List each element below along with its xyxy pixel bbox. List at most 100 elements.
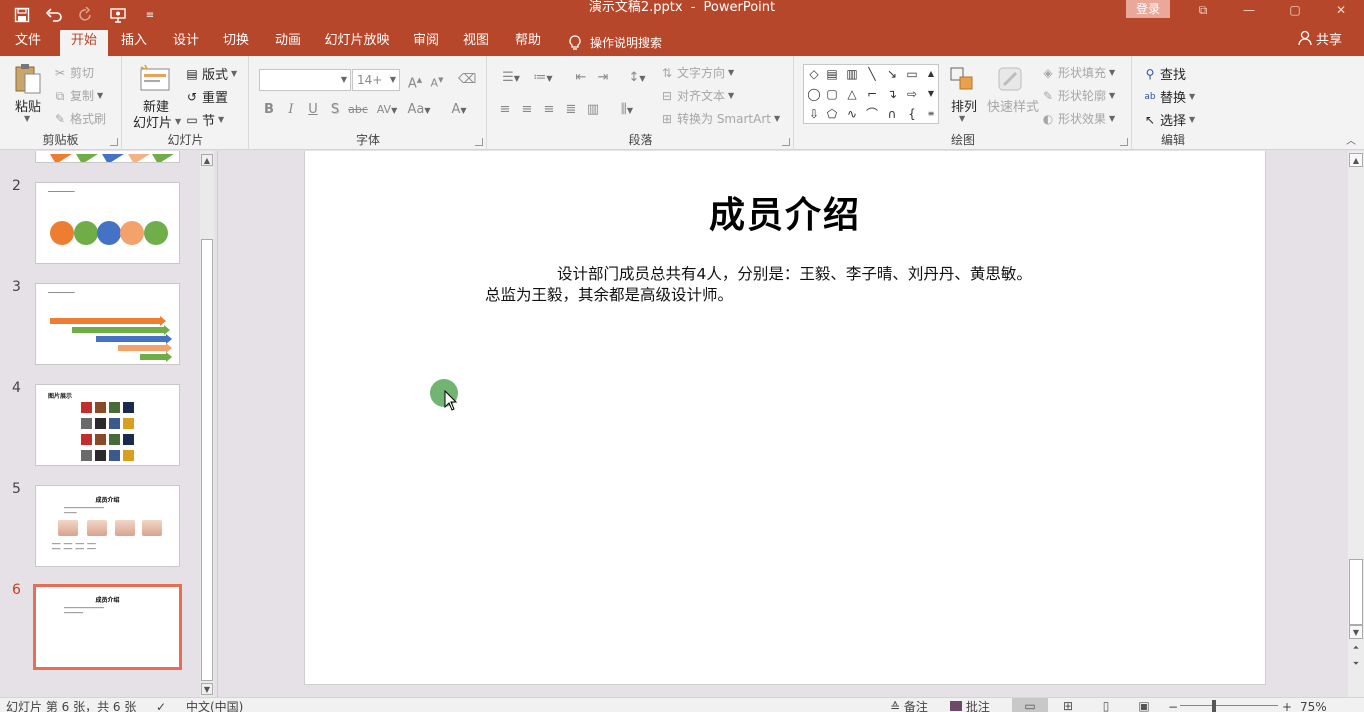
editor-scrollbar[interactable]: ▲ ▼ ⏶ ⏷	[1348, 151, 1364, 697]
tab-review[interactable]: 审阅	[402, 30, 450, 56]
shrink-font-button[interactable]: A▼	[428, 71, 446, 90]
reset-button[interactable]: ↺ 重置	[185, 87, 228, 107]
font-name-select[interactable]: ▼	[259, 69, 351, 91]
text-direction-button[interactable]: ⇅ 文字方向 ▼	[660, 64, 734, 81]
thumbnails-scrollbar[interactable]: ▲ ▼	[200, 151, 214, 697]
zoom-slider-thumb[interactable]	[1212, 700, 1216, 712]
layout-button[interactable]: ▤ 版式 ▼	[185, 64, 237, 84]
tab-file[interactable]: 文件	[4, 30, 52, 56]
zoom-in-icon[interactable]: +	[1282, 700, 1292, 712]
ribbon-display-icon[interactable]: ⧉	[1180, 0, 1226, 20]
quick-styles-icon[interactable]	[995, 64, 1025, 94]
find-button[interactable]: ⚲ 查找	[1143, 64, 1186, 84]
login-button[interactable]: 登录	[1126, 0, 1170, 18]
collapse-ribbon-icon[interactable]: ︿	[1346, 132, 1356, 147]
distributed-icon[interactable]: ▥	[584, 101, 602, 119]
font-launcher-icon[interactable]	[475, 138, 483, 146]
format-painter-button[interactable]: ✎ 格式刷	[53, 110, 106, 127]
shape-arrow-line-icon[interactable]: ↘	[884, 67, 900, 81]
shape-rhombus-icon[interactable]: ◇	[806, 67, 822, 81]
slide-thumbnail-5[interactable]: 成员介绍 ━━━━━━━━━━━━━━━━━━━ ━━━━━━ ━━━━ ━━━━…	[35, 485, 180, 567]
thumbnails-scroll-thumb[interactable]	[201, 239, 213, 681]
shape-rectangle-icon[interactable]: ▭	[904, 67, 920, 81]
new-slide-icon[interactable]	[138, 62, 172, 94]
arrange-icon[interactable]	[947, 64, 977, 94]
align-text-button[interactable]: ⊟ 对齐文本 ▼	[660, 87, 734, 104]
drawing-launcher-icon[interactable]	[1120, 138, 1128, 146]
normal-view-icon[interactable]: ▭	[1012, 698, 1048, 712]
shape-effects-button[interactable]: ◐ 形状效果 ▼	[1041, 110, 1115, 127]
font-size-select[interactable]: 14+ ▼	[352, 69, 400, 91]
replace-button[interactable]: ab 替换 ▼	[1143, 87, 1195, 106]
notes-button[interactable]: ≙ 备注	[890, 700, 928, 712]
reading-view-icon[interactable]: ▯	[1088, 698, 1124, 712]
spelling-icon[interactable]: ✓	[156, 700, 166, 712]
next-slide-icon[interactable]: ⏷	[1349, 657, 1363, 671]
bullets-icon[interactable]: ☰▼	[498, 69, 524, 87]
clipboard-launcher-icon[interactable]	[110, 138, 118, 146]
decrease-indent-icon[interactable]: ⇤	[572, 69, 590, 87]
copy-button[interactable]: ⧉ 复制 ▼	[53, 87, 103, 104]
shapes-gallery[interactable]: ◇ ▤ ▥ ╲ ↘ ▭ ◯ ▢ △ ⌐ ↴ ⇨ ⇩ ⬠ ∿ ⌒ ∩ { ▲ ▼ …	[803, 64, 939, 124]
quick-styles-button[interactable]: 快速样式	[987, 96, 1039, 115]
tab-home[interactable]: 开始	[60, 30, 108, 56]
bold-button[interactable]: B	[260, 101, 278, 119]
tab-transitions[interactable]: 切换	[212, 30, 260, 56]
shape-fill-button[interactable]: ◈ 形状填充 ▼	[1041, 64, 1115, 81]
shape-right-arrow-icon[interactable]: ⇨	[904, 87, 920, 101]
shape-textbox-icon[interactable]: ▤	[824, 67, 840, 81]
thumbnails-scroll-down-icon[interactable]: ▼	[201, 683, 213, 695]
align-left-icon[interactable]: ≡	[496, 101, 514, 119]
language-indicator[interactable]: 中文(中国)	[186, 700, 243, 712]
arrange-button[interactable]: 排列	[951, 96, 977, 115]
shape-brace-icon[interactable]: {	[904, 107, 920, 121]
font-color-button[interactable]: A▼	[446, 101, 472, 119]
change-case-button[interactable]: Aa▼	[404, 101, 434, 119]
editor-scroll-down-icon[interactable]: ▼	[1349, 625, 1363, 639]
char-spacing-button[interactable]: AV▼	[374, 101, 400, 119]
shape-pentagon-icon[interactable]: ⬠	[824, 107, 840, 121]
close-icon[interactable]: ✕	[1318, 0, 1364, 20]
slide-title[interactable]: 成员介绍	[305, 186, 1265, 238]
share-button[interactable]: 共享	[1298, 30, 1342, 56]
select-button[interactable]: ↖ 选择 ▼	[1143, 110, 1195, 130]
tab-help[interactable]: 帮助	[504, 30, 552, 56]
shape-freeform-icon[interactable]: ∿	[844, 107, 860, 121]
zoom-level[interactable]: 75%	[1300, 700, 1327, 712]
smartart-button[interactable]: ⊞ 转换为 SmartArt ▼	[660, 110, 780, 127]
shape-vtextbox-icon[interactable]: ▥	[844, 67, 860, 81]
shadow-button[interactable]: S	[326, 101, 344, 119]
zoom-slider[interactable]	[1180, 705, 1278, 706]
minimize-icon[interactable]: —	[1226, 0, 1272, 20]
tell-me-search[interactable]: 操作说明搜索	[568, 30, 662, 56]
align-center-icon[interactable]: ≡	[518, 101, 536, 119]
numbering-icon[interactable]: ≔▼	[530, 69, 556, 87]
shape-oval-icon[interactable]: ◯	[806, 87, 822, 101]
editor-scroll-up-icon[interactable]: ▲	[1349, 153, 1363, 167]
paste-icon[interactable]	[12, 62, 44, 96]
comments-button[interactable]: 批注	[950, 700, 990, 712]
shape-rounded-rect-icon[interactable]: ▢	[824, 87, 840, 101]
slide-thumbnail-1[interactable]	[35, 151, 180, 163]
slide-sorter-icon[interactable]: ⊞	[1050, 698, 1086, 712]
underline-button[interactable]: U	[304, 101, 322, 119]
shape-arc-icon[interactable]: ⌒	[864, 107, 880, 121]
slide-body-text[interactable]: 设计部门成员总共有4人，分别是：王毅、李子晴、刘丹丹、黄思敏。 总监为王毅，其余…	[485, 264, 1125, 306]
slide-thumbnail-6[interactable]: 成员介绍 ━━━━━━━━━━━━━━━━━━━ ━━━━━━━━━	[33, 584, 182, 670]
shape-elbow-icon[interactable]: ⌐	[864, 87, 880, 101]
columns-icon[interactable]: ⫼▼	[614, 101, 640, 119]
paragraph-launcher-icon[interactable]	[782, 138, 790, 146]
shape-elbow-arrow-icon[interactable]: ↴	[884, 87, 900, 101]
previous-slide-icon[interactable]: ⏶	[1349, 641, 1363, 655]
shape-triangle-icon[interactable]: △	[844, 87, 860, 101]
slide-thumbnail-4[interactable]: 图片展示	[35, 384, 180, 466]
increase-indent-icon[interactable]: ⇥	[594, 69, 612, 87]
tab-slideshow[interactable]: 幻灯片放映	[322, 30, 392, 56]
section-button[interactable]: ▭ 节 ▼	[185, 110, 224, 130]
grow-font-button[interactable]: A▲	[406, 71, 424, 91]
line-spacing-icon[interactable]: ↕▼	[624, 69, 650, 87]
align-right-icon[interactable]: ≡	[540, 101, 558, 119]
slideshow-view-icon[interactable]: ▣	[1126, 698, 1162, 712]
shape-line-icon[interactable]: ╲	[864, 67, 880, 81]
new-slide-button[interactable]: 幻灯片 ▼	[133, 112, 181, 131]
